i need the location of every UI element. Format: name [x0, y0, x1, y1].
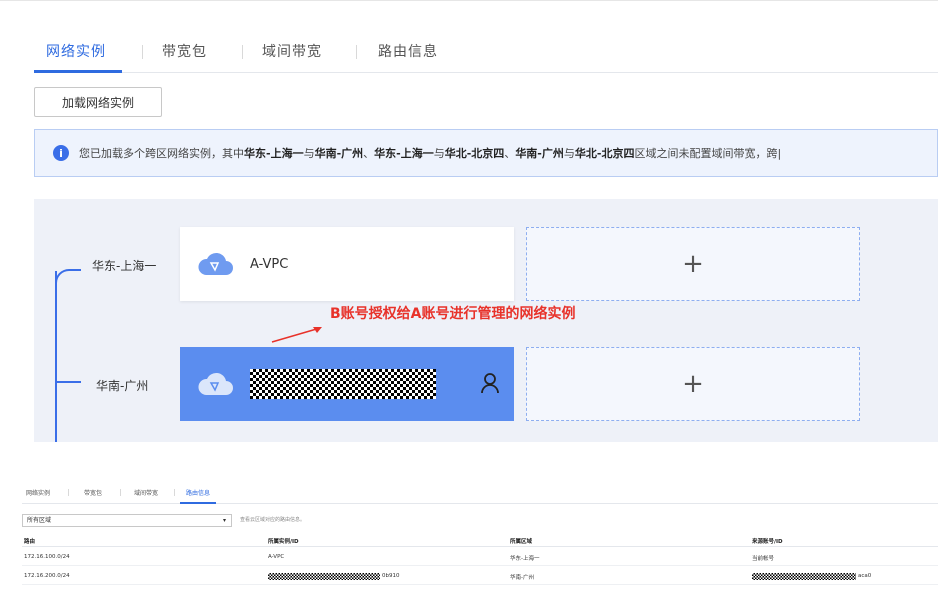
annotation-text: B账号授权给A账号进行管理的网络实例 [330, 306, 576, 322]
annotation-arrow-icon [271, 327, 322, 343]
region-cell: 华南-广州 [510, 575, 534, 581]
tree-connector [57, 381, 81, 383]
tab-inter-region-bandwidth[interactable]: 域间带宽 [262, 41, 322, 61]
column-header-instance: 所属实例/ID [268, 539, 299, 545]
instance-card-authorized[interactable] [180, 347, 514, 421]
instance-cell: A-VPC [268, 554, 285, 560]
notice-text: 您已加载多个跨区网络实例，其中华东-上海一与华南-广州、华东-上海一与华北-北京… [79, 147, 782, 160]
notice-banner: i 您已加载多个跨区网络实例，其中华东-上海一与华南-广州、华东-上海一与华北-… [34, 129, 938, 177]
column-header-region: 所属区域 [510, 539, 533, 545]
tab-separator [120, 489, 121, 496]
tab-bandwidth-package[interactable]: 带宽包 [84, 488, 102, 497]
account-cell: 当前帐号 [752, 556, 775, 562]
tab-network-instances[interactable]: 网络实例 [26, 488, 50, 497]
tree-connector [55, 269, 81, 295]
network-instances-panel: 网络实例 带宽包 域间带宽 路由信息 加载网络实例 i 您已加载多个跨区网络实例… [0, 0, 938, 442]
active-tab-underline [34, 70, 122, 73]
tab-route-info[interactable]: 路由信息 [378, 41, 438, 61]
load-network-instance-button[interactable]: 加载网络实例 [34, 87, 162, 117]
add-instance-slot[interactable]: + [526, 347, 860, 421]
tab-bandwidth-package[interactable]: 带宽包 [162, 41, 207, 61]
masked-instance-name [250, 369, 436, 399]
table-row: 172.16.200.0/24 0b910 华南-广州 aca0 [22, 567, 938, 585]
user-icon [481, 373, 499, 394]
instance-id-suffix: 0b910 [382, 573, 400, 579]
top-tab-bar: 网络实例 带宽包 域间带宽 路由信息 [34, 29, 938, 73]
add-instance-slot[interactable]: + [526, 227, 860, 301]
cloud-icon [198, 252, 233, 275]
info-icon: i [53, 145, 69, 161]
masked-account-id [752, 573, 856, 580]
route-info-panel: 网络实例 带宽包 域间带宽 路由信息 所有区域 ▾ 查看云区域对应的路由信息。 … [0, 470, 938, 589]
account-id-suffix: aca0 [858, 573, 872, 579]
tab-network-instances[interactable]: 网络实例 [46, 41, 106, 61]
bottom-tab-bar: 网络实例 带宽包 域间带宽 路由信息 [22, 484, 938, 504]
instance-card-a-vpc[interactable]: A-VPC [180, 227, 514, 301]
tab-separator [242, 45, 243, 59]
tab-separator [142, 45, 143, 59]
tree-connector [55, 271, 57, 442]
region-cell: 华东-上海一 [510, 556, 540, 562]
caret-down-icon: ▾ [222, 517, 226, 524]
cloud-icon [198, 372, 233, 395]
route-cell: 172.16.100.0/24 [24, 554, 70, 560]
tab-inter-region-bandwidth[interactable]: 域间带宽 [134, 488, 158, 497]
tab-separator [174, 489, 175, 496]
route-table-header: 路由 所属实例/ID 所属区域 来源账号/ID [22, 533, 938, 547]
tab-separator [356, 45, 357, 59]
region-label-east-shanghai: 华东-上海一 [92, 259, 157, 273]
column-header-route: 路由 [24, 539, 36, 545]
active-tab-underline [180, 502, 216, 504]
table-row: 172.16.100.0/24 A-VPC 华东-上海一 当前帐号 [22, 548, 938, 566]
masked-instance-id [268, 573, 380, 580]
instance-name: A-VPC [250, 256, 289, 272]
tab-separator [68, 489, 69, 496]
region-select[interactable]: 所有区域 ▾ [22, 514, 232, 527]
tab-route-info[interactable]: 路由信息 [186, 488, 210, 497]
column-header-account: 来源账号/ID [752, 539, 783, 545]
route-cell: 172.16.200.0/24 [24, 573, 70, 579]
region-label-south-guangzhou: 华南-广州 [96, 379, 149, 393]
select-hint: 查看云区域对应的路由信息。 [240, 517, 306, 523]
